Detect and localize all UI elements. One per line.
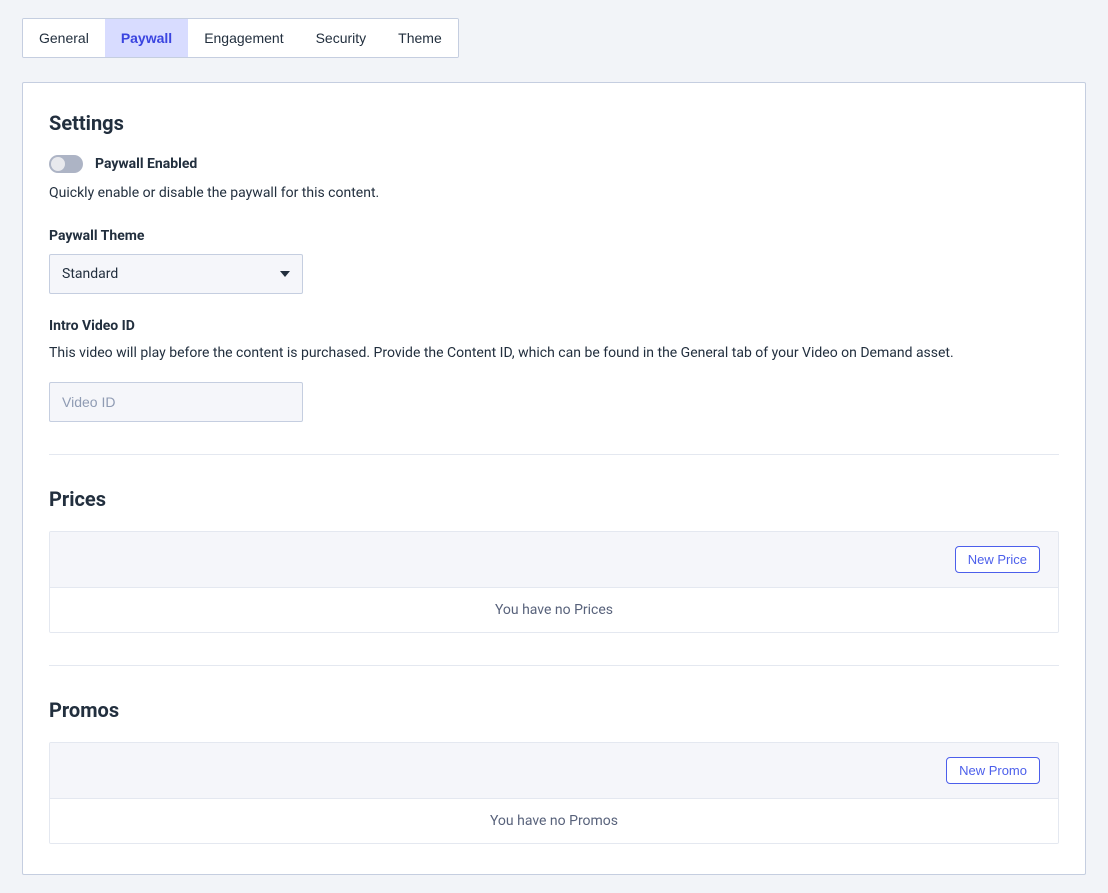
promos-table: New Promo You have no Promos — [49, 742, 1059, 844]
tab-engagement[interactable]: Engagement — [188, 19, 299, 57]
new-price-button[interactable]: New Price — [955, 546, 1040, 573]
prices-empty: You have no Prices — [50, 588, 1058, 632]
toggle-knob — [51, 157, 65, 171]
prices-header: New Price — [50, 532, 1058, 588]
tabs-bar: General Paywall Engagement Security Them… — [22, 18, 459, 58]
paywall-enabled-desc: Quickly enable or disable the paywall fo… — [49, 183, 1059, 204]
intro-video-label: Intro Video ID — [49, 318, 1059, 334]
promos-title: Promos — [49, 698, 1059, 722]
paywall-theme-group: Paywall Theme Standard — [49, 228, 1059, 294]
paywall-enabled-row: Paywall Enabled — [49, 155, 1059, 173]
promos-header: New Promo — [50, 743, 1058, 799]
paywall-enabled-label: Paywall Enabled — [95, 156, 197, 172]
paywall-theme-value: Standard — [62, 266, 118, 282]
intro-video-group: Intro Video ID This video will play befo… — [49, 318, 1059, 422]
paywall-enabled-toggle[interactable] — [49, 155, 83, 173]
settings-title: Settings — [49, 111, 1059, 135]
promos-empty: You have no Promos — [50, 799, 1058, 843]
paywall-theme-select[interactable]: Standard — [49, 254, 303, 294]
divider — [49, 454, 1059, 455]
prices-table: New Price You have no Prices — [49, 531, 1059, 633]
page-root: General Paywall Engagement Security Them… — [0, 0, 1108, 893]
paywall-theme-label: Paywall Theme — [49, 228, 1059, 244]
tab-paywall[interactable]: Paywall — [105, 19, 188, 57]
prices-title: Prices — [49, 487, 1059, 511]
tab-security[interactable]: Security — [300, 19, 383, 57]
tab-theme[interactable]: Theme — [382, 19, 458, 57]
tab-general[interactable]: General — [23, 19, 105, 57]
caret-down-icon — [280, 271, 290, 277]
divider — [49, 665, 1059, 666]
new-promo-button[interactable]: New Promo — [946, 757, 1040, 784]
intro-video-input[interactable] — [49, 382, 303, 422]
intro-video-desc: This video will play before the content … — [49, 342, 1059, 364]
settings-card: Settings Paywall Enabled Quickly enable … — [22, 82, 1086, 875]
